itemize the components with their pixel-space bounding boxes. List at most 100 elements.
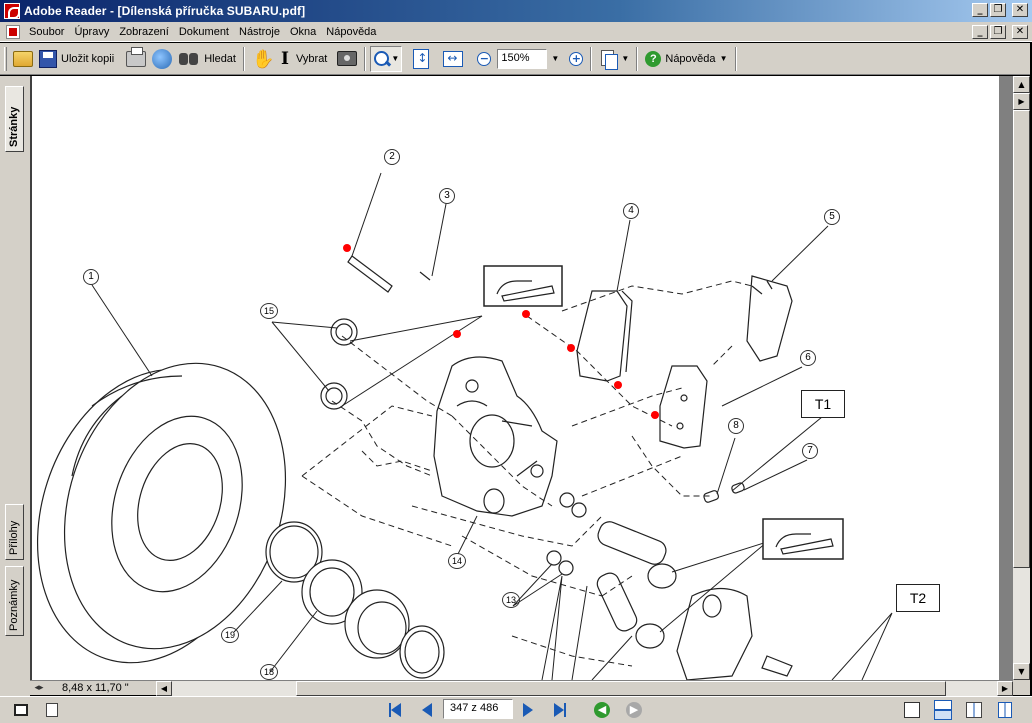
print-icon <box>126 46 147 67</box>
toolbar-grip[interactable] <box>4 46 7 71</box>
menu-bar: Soubor Úpravy Zobrazení Dokument Nástroj… <box>0 22 1032 42</box>
vertical-scrollbar[interactable]: ▲ ▶ ▼ <box>1013 76 1030 680</box>
page-navigation-bar: 347 z 486 ◀ ▶ <box>0 696 1032 723</box>
chevron-down-icon: ▼ <box>719 54 728 63</box>
zoom-in-icon <box>373 50 391 68</box>
scroll-down-button[interactable]: ▼ <box>1013 663 1030 680</box>
layout-icon <box>46 703 58 717</box>
help-icon: ? <box>645 50 662 67</box>
minimize-button[interactable]: _ <box>972 3 988 17</box>
zoom-plus-button[interactable]: + <box>566 46 586 72</box>
go-back-button[interactable]: ◀ <box>594 701 610 719</box>
title-bar: Adobe Reader - [Dílenská příručka SUBARU… <box>0 0 1032 22</box>
save-copy-button[interactable]: Uložit kopii <box>36 46 117 72</box>
facing-pages-icon <box>966 702 982 718</box>
show-pages-panel-button[interactable] <box>14 701 28 719</box>
back-arrow-icon: ◀ <box>594 702 610 718</box>
facing-layout-button[interactable] <box>966 701 982 719</box>
red-marker <box>522 310 530 318</box>
toolbar-separator <box>364 46 367 71</box>
close-button[interactable]: ✕ <box>1012 3 1028 17</box>
doc-close-button[interactable]: ✕ <box>1012 25 1028 39</box>
previous-page-button[interactable] <box>416 701 438 719</box>
red-marker <box>651 411 659 419</box>
zoom-out-button[interactable]: − <box>474 46 494 72</box>
tab-attachments[interactable]: Přílohy <box>5 504 24 560</box>
select-label: Vybrat <box>295 52 328 65</box>
zoom-input[interactable]: 150% <box>497 48 548 69</box>
menu-document[interactable]: Dokument <box>174 26 234 38</box>
menu-window[interactable]: Okna <box>285 26 321 38</box>
show-page-thumbnails-button[interactable] <box>46 701 58 719</box>
toolbar-separator <box>242 46 245 71</box>
chevron-down-icon[interactable]: ▼ <box>621 54 629 63</box>
document-icon[interactable] <box>6 24 20 39</box>
scroll-right-button[interactable]: ▶ <box>997 680 1013 696</box>
window-title: Adobe Reader - [Dílenská příručka SUBARU… <box>24 4 306 18</box>
tab-pages[interactable]: Stránky <box>5 86 24 152</box>
navigation-pane: Stránky Přílohy Poznámky <box>0 76 30 696</box>
save-copy-label: Uložit kopii <box>61 52 115 65</box>
menu-help[interactable]: Nápověda <box>321 26 381 38</box>
help-button[interactable]: ? Nápověda ▼ <box>642 46 730 72</box>
first-page-button[interactable] <box>384 701 406 719</box>
previous-page-icon <box>422 703 432 717</box>
tab-comments-label: Poznámky <box>8 579 20 631</box>
first-page-icon <box>389 703 401 717</box>
search-button[interactable]: Hledat <box>175 46 239 72</box>
fit-page-button[interactable] <box>410 46 432 72</box>
pages-layout-button[interactable]: ▼ <box>596 46 632 72</box>
page-size-readout: 8,48 x 11,70 " <box>62 682 129 694</box>
next-page-button[interactable] <box>517 701 539 719</box>
search-label: Hledat <box>204 52 236 65</box>
doc-minimize-button[interactable]: _ <box>972 25 988 39</box>
zoom-select[interactable]: 150% ▼ <box>494 46 562 72</box>
page-number-field[interactable]: 347 z 486 <box>443 699 513 719</box>
continuous-page-icon <box>934 700 952 720</box>
toolbar-separator <box>636 46 639 71</box>
chevron-down-icon[interactable]: ▼ <box>551 54 559 63</box>
horizontal-scroll-thumb[interactable] <box>296 680 946 696</box>
scroll-next-page-button[interactable]: ▶ <box>1013 93 1030 110</box>
go-forward-button[interactable]: ▶ <box>626 701 642 719</box>
continuous-layout-button[interactable] <box>934 700 952 720</box>
print-button[interactable] <box>123 46 149 72</box>
continuous-facing-layout-button[interactable] <box>998 701 1012 719</box>
next-page-icon <box>523 703 533 717</box>
horizontal-scrollbar[interactable]: ◀ ▶ <box>156 680 1013 696</box>
menu-tools[interactable]: Nástroje <box>234 26 285 38</box>
pdf-page[interactable]: 1 2 3 4 5 6 7 8 13 14 15 18 19 T1 T2 <box>32 76 999 680</box>
tab-pages-label: Stránky <box>8 106 20 147</box>
fit-width-button[interactable] <box>440 46 466 72</box>
scroll-left-button[interactable]: ◀ <box>156 680 172 696</box>
horizontal-status-row: ◂▸ 8,48 x 11,70 " ◀ ▶ <box>30 680 1013 696</box>
open-button[interactable] <box>10 46 36 72</box>
red-marker <box>343 244 351 252</box>
open-icon <box>13 50 33 67</box>
restore-button[interactable]: ❐ <box>990 3 1006 17</box>
vertical-scroll-thumb[interactable] <box>1013 110 1030 568</box>
single-page-layout-button[interactable] <box>904 701 920 719</box>
menu-file[interactable]: Soubor <box>24 26 69 38</box>
hand-tool-button[interactable]: ✋ <box>249 46 275 72</box>
menu-view[interactable]: Zobrazení <box>114 26 174 38</box>
chevron-down-icon[interactable]: ▼ <box>391 54 399 63</box>
hand-tool-icon: ✋ <box>251 48 275 69</box>
snapshot-button[interactable] <box>334 46 360 72</box>
zoom-in-tool-button[interactable]: ▼ <box>370 45 403 72</box>
scroll-up-button[interactable]: ▲ <box>1013 76 1030 93</box>
tab-comments[interactable]: Poznámky <box>5 566 24 636</box>
help-label: Nápověda <box>665 52 716 65</box>
email-button[interactable] <box>149 46 175 72</box>
menu-edit[interactable]: Úpravy <box>69 26 114 38</box>
zoom-out-icon: − <box>477 51 492 66</box>
document-view[interactable]: 1 2 3 4 5 6 7 8 13 14 15 18 19 T1 T2 <box>30 76 1013 680</box>
tab-attachments-label: Přílohy <box>8 520 20 555</box>
page-indicator[interactable]: 347 z 486 <box>443 699 513 719</box>
search-binoculars-icon <box>178 51 200 67</box>
select-tool-button[interactable]: I Vybrat <box>275 46 330 72</box>
last-page-button[interactable] <box>549 701 571 719</box>
continuous-facing-icon <box>998 702 1012 718</box>
toolbar: Uložit kopii Hledat ✋ I Vybrat ▼ − 150% … <box>0 43 1032 75</box>
doc-restore-button[interactable]: ❐ <box>990 25 1006 39</box>
